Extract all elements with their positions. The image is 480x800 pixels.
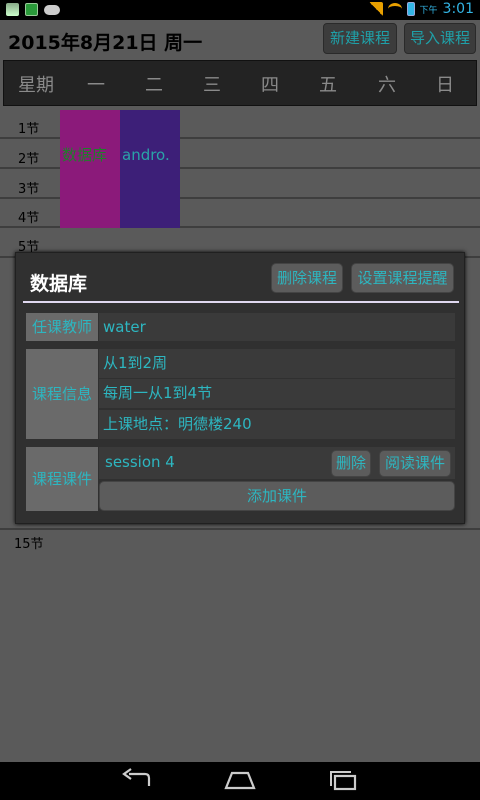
dialog-title: 数据库	[30, 273, 88, 295]
set-reminder-button[interactable]: 设置课程提醒	[351, 263, 454, 293]
day-header-thu: 四	[261, 75, 279, 96]
read-courseware-button[interactable]: 阅读课件	[379, 450, 451, 477]
courseware-name: session 4	[105, 453, 175, 471]
app-header: 2015年8月21日 周一 新建课程 导入课程	[0, 20, 480, 58]
slot-divider	[0, 528, 480, 530]
day-header-wed: 三	[203, 75, 221, 96]
navigation-bar	[0, 762, 480, 800]
week-header: 星期 一 二 三 四 五 六 日	[3, 60, 477, 106]
day-header-tue: 二	[145, 75, 163, 96]
slot-label: 1节	[18, 122, 40, 137]
battery-icon	[406, 2, 415, 16]
back-icon[interactable]	[117, 768, 157, 794]
teacher-label: 任课教师	[26, 313, 98, 341]
courseware-label: 课程课件	[26, 447, 98, 511]
app-icon	[25, 3, 38, 16]
recent-apps-icon[interactable]	[323, 768, 363, 794]
page-title: 2015年8月21日 周一	[8, 32, 203, 54]
day-header-sun: 日	[436, 75, 454, 96]
teacher-value: water	[99, 313, 455, 341]
cloud-icon	[44, 4, 60, 15]
course-sections: 每周一从1到4节	[99, 379, 455, 408]
slot-label: 3节	[18, 182, 40, 197]
course-location: 上课地点：明德楼240	[99, 410, 455, 439]
day-header-sat: 六	[378, 75, 396, 96]
slot-label: 15节	[14, 537, 44, 552]
course-info-label: 课程信息	[26, 349, 98, 439]
status-time: 3:01	[442, 1, 474, 17]
course-block-android[interactable]: andro.	[120, 110, 180, 228]
app-icon	[6, 3, 19, 16]
add-courseware-button[interactable]: 添加课件	[99, 481, 455, 511]
new-course-button[interactable]: 新建课程	[323, 23, 397, 54]
status-bar: 下午 3:01	[0, 0, 480, 20]
courseware-item: session 4 删除 阅读课件	[99, 447, 455, 479]
status-ampm: 下午	[419, 5, 438, 16]
delete-course-button[interactable]: 删除课程	[271, 263, 343, 293]
signal-icon	[368, 2, 383, 16]
home-icon[interactable]	[220, 768, 260, 794]
slot-label: 2节	[18, 152, 40, 167]
delete-courseware-button[interactable]: 删除	[331, 450, 371, 477]
dialog-divider	[23, 301, 459, 303]
wifi-icon	[387, 3, 402, 15]
week-label: 星期	[18, 75, 54, 96]
course-weeks: 从1到2周	[99, 349, 455, 378]
course-block-database[interactable]: 数据库	[60, 110, 120, 228]
day-header-mon: 一	[87, 75, 105, 96]
course-detail-dialog: 数据库 删除课程 设置课程提醒 任课教师 water 课程信息 从1到2周 每周…	[15, 252, 465, 524]
import-course-button[interactable]: 导入课程	[404, 23, 476, 54]
slot-label: 4节	[18, 211, 40, 226]
day-header-fri: 五	[319, 75, 337, 96]
